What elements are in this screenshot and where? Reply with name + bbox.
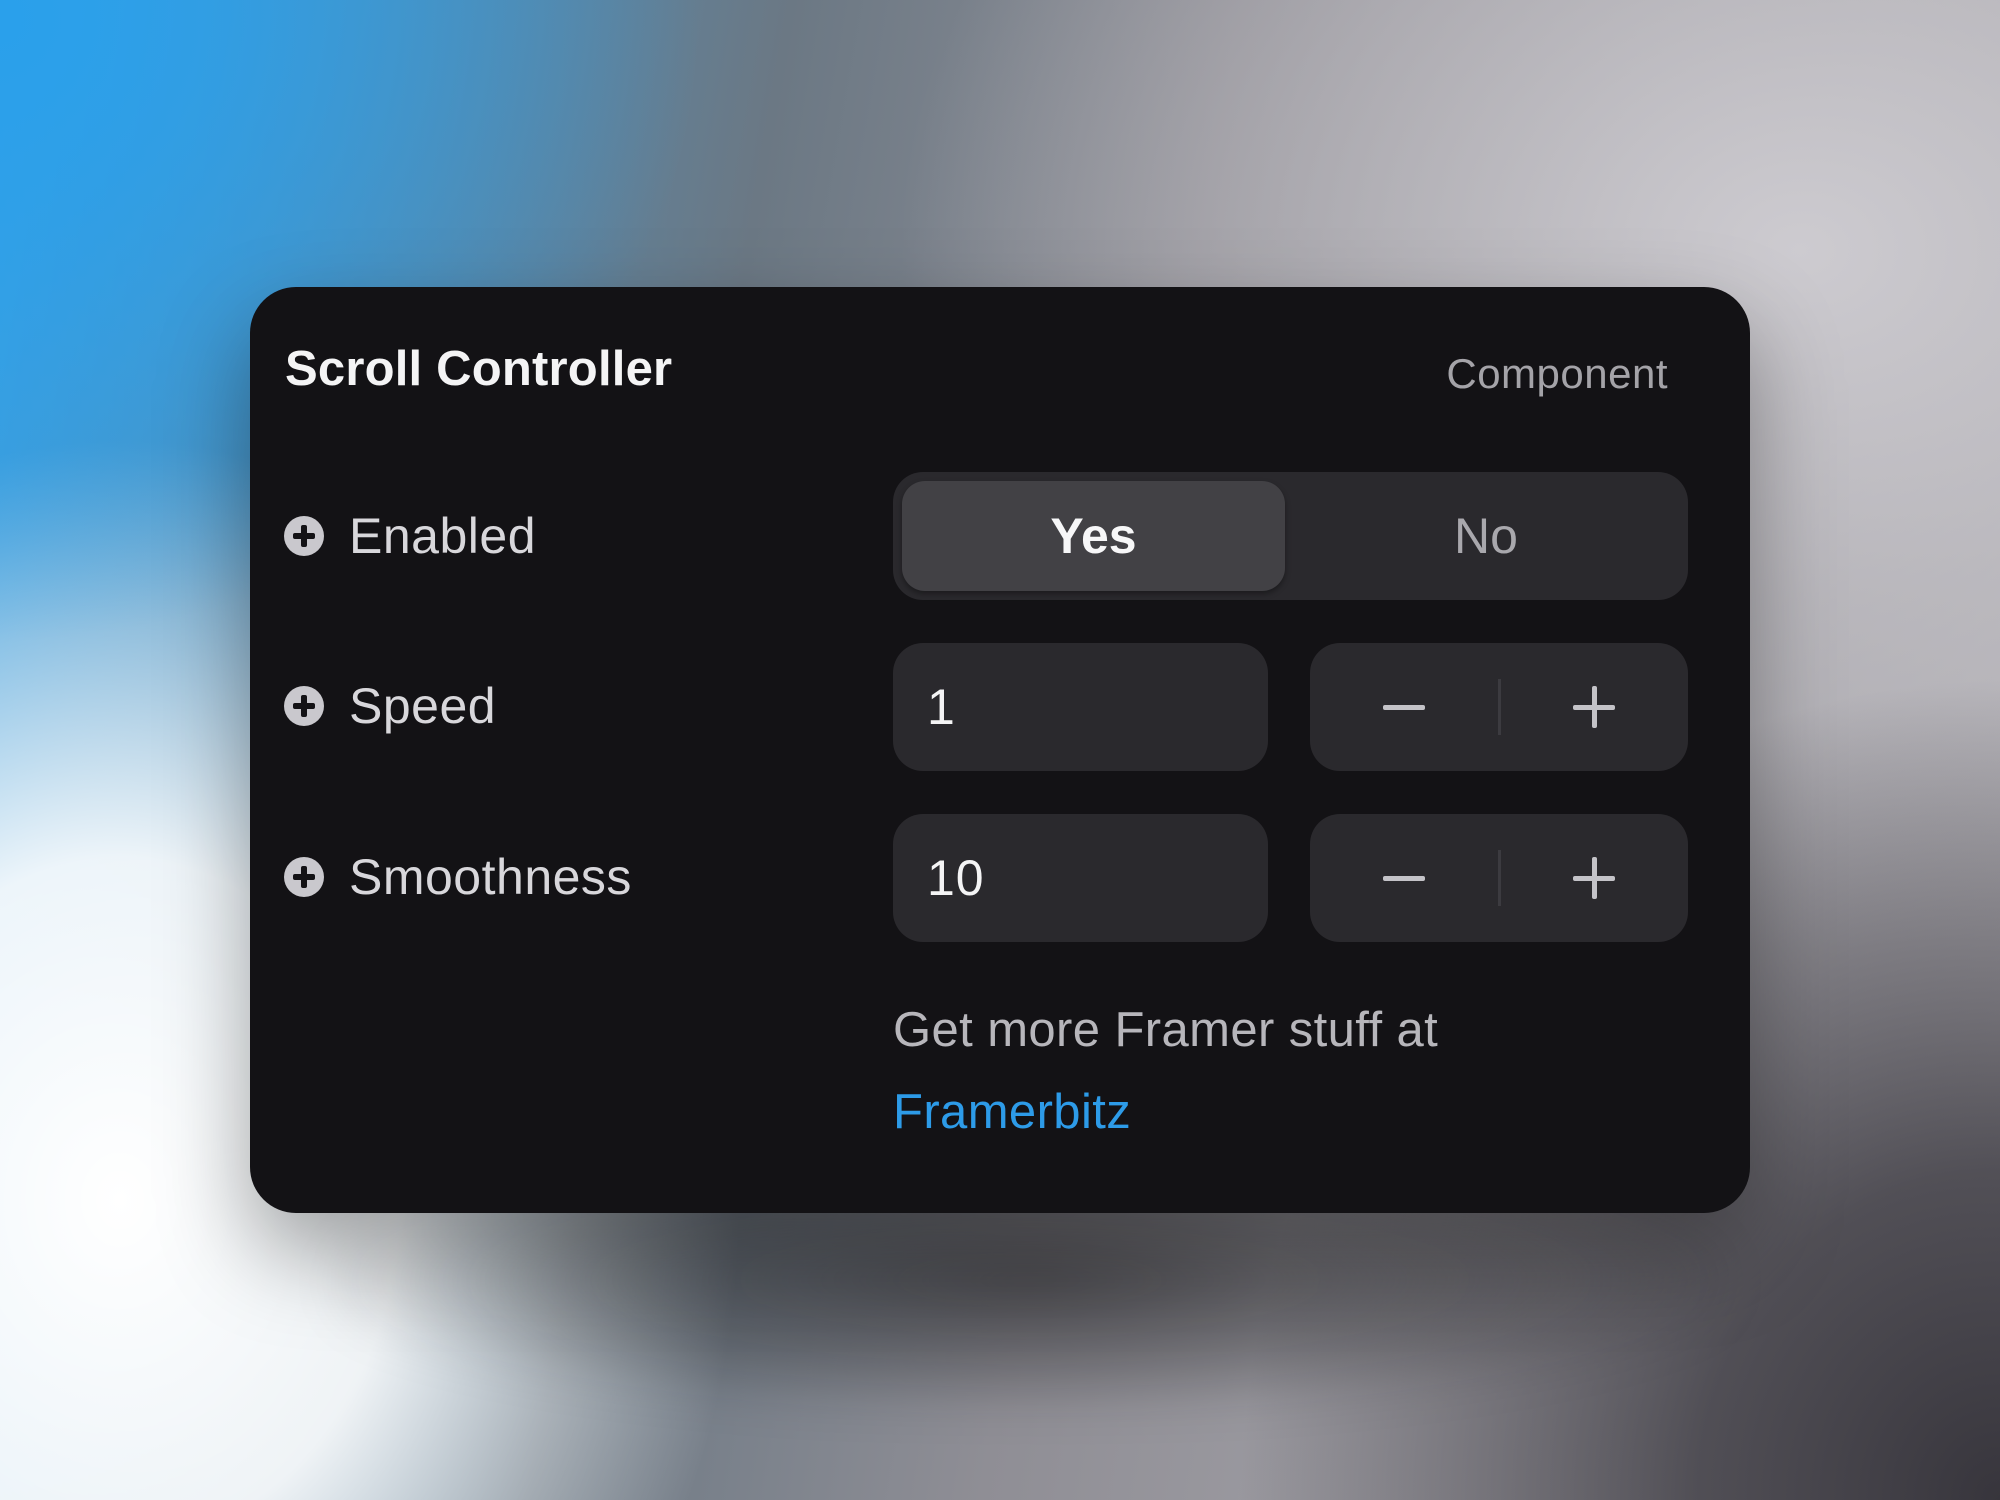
speed-increment-button[interactable] bbox=[1500, 643, 1688, 771]
minus-icon bbox=[1383, 857, 1425, 899]
smoothness-stepper[interactable] bbox=[1310, 814, 1688, 942]
property-panel: Scroll Controller Component Enabled Yes … bbox=[250, 287, 1750, 1213]
component-tag: Component bbox=[1446, 350, 1668, 397]
plus-icon bbox=[1573, 686, 1615, 728]
smoothness-label: Smoothness bbox=[349, 849, 632, 905]
enabled-toggle[interactable]: Yes No bbox=[893, 472, 1688, 600]
enabled-no-option[interactable]: No bbox=[1293, 481, 1679, 591]
plus-circle-icon[interactable] bbox=[284, 516, 324, 556]
framerbitz-link[interactable]: Framerbitz bbox=[893, 1085, 1131, 1139]
smoothness-decrement-button[interactable] bbox=[1310, 814, 1498, 942]
speed-stepper[interactable] bbox=[1310, 643, 1688, 771]
panel-title: Scroll Controller bbox=[285, 342, 673, 396]
smoothness-label-group[interactable]: Smoothness bbox=[284, 847, 632, 907]
speed-label: Speed bbox=[349, 678, 497, 734]
speed-input[interactable]: 1 bbox=[893, 643, 1268, 771]
speed-label-group[interactable]: Speed bbox=[284, 676, 496, 736]
smoothness-increment-button[interactable] bbox=[1500, 814, 1688, 942]
minus-icon bbox=[1383, 686, 1425, 728]
plus-circle-icon[interactable] bbox=[284, 857, 324, 897]
footer-text: Get more Framer stuff at bbox=[893, 1003, 1439, 1057]
plus-icon bbox=[1573, 857, 1615, 899]
enabled-label: Enabled bbox=[349, 508, 536, 564]
plus-circle-icon[interactable] bbox=[284, 686, 324, 726]
footer-note: Get more Framer stuff at Framerbitz bbox=[893, 989, 1438, 1153]
speed-decrement-button[interactable] bbox=[1310, 643, 1498, 771]
smoothness-input[interactable]: 10 bbox=[893, 814, 1268, 942]
enabled-label-group[interactable]: Enabled bbox=[284, 506, 536, 566]
enabled-yes-option[interactable]: Yes bbox=[902, 481, 1285, 591]
